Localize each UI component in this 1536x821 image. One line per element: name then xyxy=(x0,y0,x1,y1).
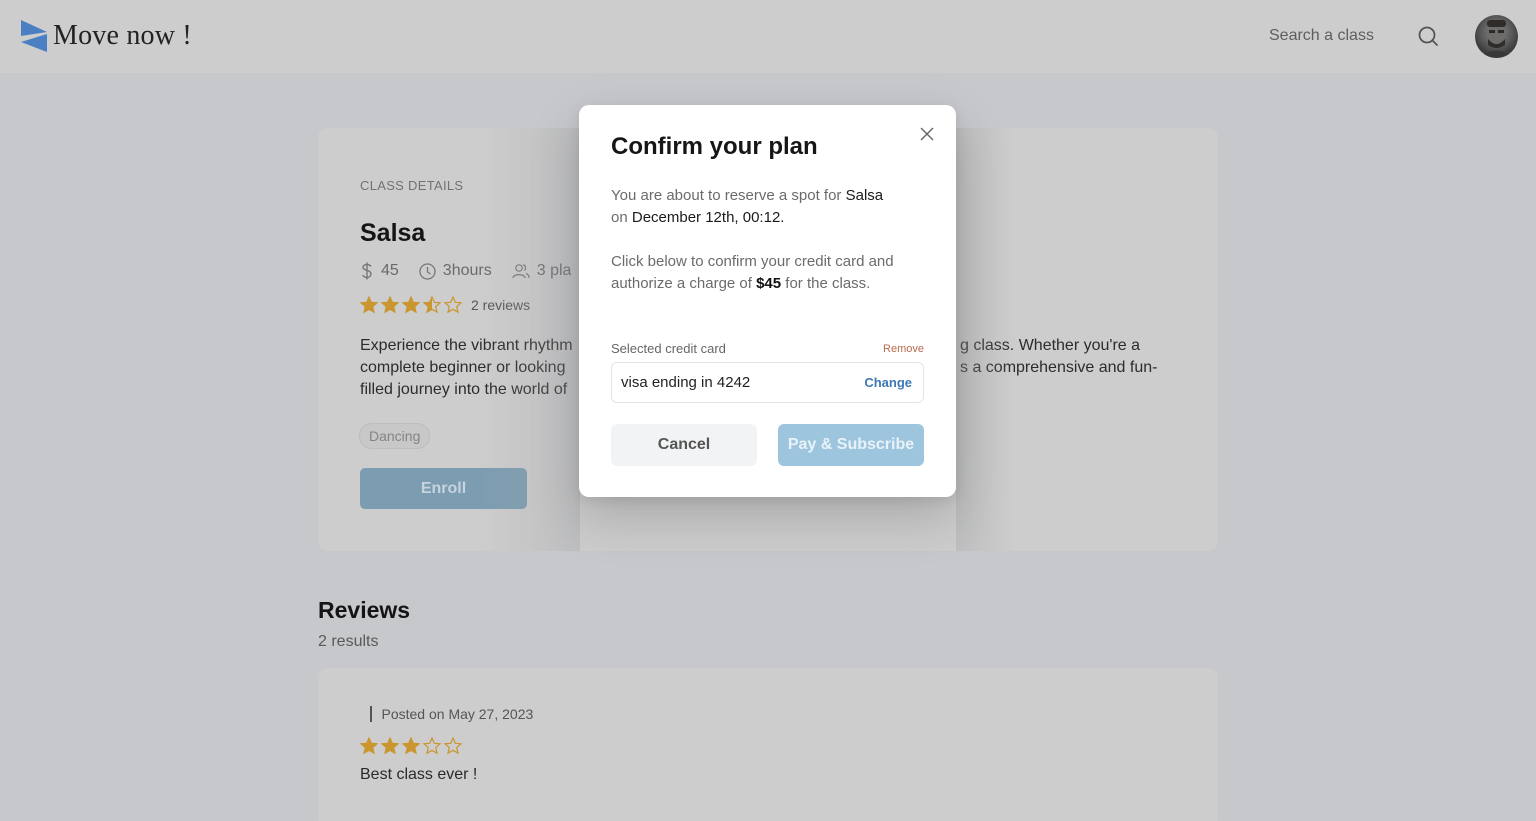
pay-subscribe-button[interactable]: Pay & Subscribe xyxy=(778,424,924,466)
star-filled-icon xyxy=(402,737,420,755)
avatar-portrait-icon xyxy=(1479,20,1514,58)
description-line: complete beginner or looking xyxy=(360,359,566,376)
duration-meta: 3hours xyxy=(419,262,492,280)
charge-summary: Click below to confirm your credit card … xyxy=(611,251,911,295)
star-filled-icon xyxy=(381,737,399,755)
reviews-heading: Reviews xyxy=(318,597,411,623)
price-value: 45 xyxy=(381,262,399,279)
summary-date: December 12th, 00:12 xyxy=(631,209,781,226)
duration-value: 3hours xyxy=(442,262,492,279)
price-meta: 45 xyxy=(360,262,399,280)
confirm-plan-modal: Confirm your plan You are about to reser… xyxy=(579,105,956,497)
clock-icon xyxy=(419,262,436,280)
class-rating: 2 reviews xyxy=(360,296,530,314)
places-meta: 3 pla xyxy=(512,262,572,280)
logo[interactable]: Move now ! xyxy=(21,20,192,52)
star-filled-icon xyxy=(381,296,399,314)
class-meta: 45 3hours 3 pla xyxy=(360,262,591,280)
remove-card-link[interactable]: Remove xyxy=(883,343,924,355)
charge-text: for the class. xyxy=(781,275,871,292)
star-filled-icon xyxy=(360,296,378,314)
dollar-icon xyxy=(362,262,372,280)
summary-text: You are about to reserve a spot for xyxy=(611,187,846,204)
category-tag[interactable]: Dancing xyxy=(359,423,431,449)
review-posted-date: Posted on May 27, 2023 xyxy=(370,706,533,722)
summary-text: . xyxy=(780,209,785,226)
top-navigation-bar: Move now ! Search a class xyxy=(0,0,1536,73)
credit-card-label: Selected credit card xyxy=(611,341,726,356)
star-empty-icon xyxy=(444,737,462,755)
star-filled-icon xyxy=(402,296,420,314)
summary-class-name: Salsa xyxy=(845,187,884,204)
selected-credit-card: visa ending in 4242 Change xyxy=(611,362,924,403)
places-value: 3 pla xyxy=(536,262,572,279)
charge-amount: $45 xyxy=(756,275,782,292)
users-icon xyxy=(512,264,530,279)
divider xyxy=(370,706,372,722)
credit-card-value: visa ending in 4242 xyxy=(621,374,751,391)
review-text: Best class ever ! xyxy=(360,766,478,783)
modal-title: Confirm your plan xyxy=(611,133,818,160)
logo-text: Move now ! xyxy=(53,20,192,51)
description-line: filled journey into the world of xyxy=(360,381,568,398)
reservation-summary: You are about to reserve a spot for Sals… xyxy=(611,185,931,229)
star-empty-icon xyxy=(423,737,441,755)
logo-flag-icon xyxy=(21,20,47,52)
review-rating-stars xyxy=(360,737,465,755)
reviews-count[interactable]: 2 reviews xyxy=(471,297,530,313)
rating-stars xyxy=(360,296,465,314)
star-empty-icon xyxy=(444,296,462,314)
description-line: s a comprehensive and fun- xyxy=(960,359,1158,376)
review-date-text: Posted on May 27, 2023 xyxy=(381,706,534,722)
search-icon[interactable] xyxy=(1417,25,1439,47)
class-details-label: CLASS DETAILS xyxy=(360,178,464,193)
user-avatar[interactable] xyxy=(1475,15,1518,58)
star-half-icon xyxy=(423,296,441,314)
search-class-link[interactable]: Search a class xyxy=(1269,27,1374,45)
description-line: Experience the vibrant rhythm xyxy=(360,337,573,354)
reviews-results-count: 2 results xyxy=(318,633,379,650)
cancel-button[interactable]: Cancel xyxy=(611,424,757,466)
star-filled-icon xyxy=(360,737,378,755)
summary-text: on xyxy=(611,209,632,226)
enroll-button[interactable]: Enroll xyxy=(360,468,527,509)
change-card-link[interactable]: Change xyxy=(864,375,912,390)
close-icon[interactable] xyxy=(920,127,934,141)
description-line: g class. Whether you're a xyxy=(960,337,1141,354)
class-title: Salsa xyxy=(360,219,426,247)
